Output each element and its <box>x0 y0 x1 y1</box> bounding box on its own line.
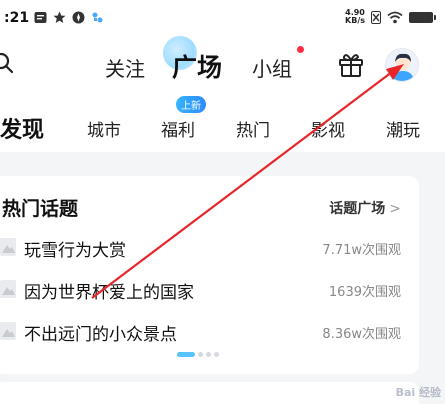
topic-image-icon <box>0 322 16 340</box>
topic-square-label: 话题广场 <box>329 201 386 217</box>
search-icon[interactable] <box>0 52 14 74</box>
message-icon <box>34 12 47 23</box>
status-time: :21 <box>4 10 30 26</box>
topic-views: 8.36w次围观 <box>322 327 401 342</box>
pager-dot <box>198 352 203 357</box>
card-title: 热门话题 <box>2 198 79 220</box>
next-feed-card <box>0 382 419 404</box>
status-notification-icons <box>34 11 104 24</box>
tab-groups[interactable]: 小组 <box>252 53 292 82</box>
tab-follow[interactable]: 关注 <box>105 53 145 82</box>
gift-icon[interactable] <box>336 49 366 79</box>
watermark: Bai 经验 <box>395 386 441 399</box>
pager-dot <box>177 352 195 357</box>
status-bar: :21 4.90 KB/s <box>0 0 445 36</box>
carousel-pager <box>177 352 219 357</box>
topic-image-icon <box>0 280 16 298</box>
battery-icon <box>409 11 436 23</box>
category-tabs: 发现 城市 上新 福利 热门 影视 潮玩 <box>0 96 445 152</box>
category-tab-discover[interactable]: 发现 <box>0 112 44 144</box>
topic-name: 不出远门的小众景点 <box>24 325 177 345</box>
hot-topics-card: 热门话题 话题广场 > 玩雪行为大赏 7.71w次围观 因为世界杯爱上的国家 16… <box>0 176 419 374</box>
sim-icon <box>371 10 381 24</box>
topic-views: 1639次围观 <box>328 285 401 300</box>
top-navigation: 关注 广场 小组 <box>0 36 445 92</box>
category-tab-welfare[interactable]: 福利 <box>161 116 195 141</box>
star-icon <box>53 11 66 23</box>
category-tab-film[interactable]: 影视 <box>311 116 345 141</box>
category-tab-hot[interactable]: 热门 <box>236 116 270 141</box>
topic-views: 7.71w次围观 <box>322 243 401 258</box>
new-badge: 上新 <box>176 96 206 113</box>
topic-name: 因为世界杯爱上的国家 <box>24 283 194 303</box>
topic-square-link[interactable]: 话题广场 > <box>329 198 401 218</box>
app-icon <box>92 12 103 23</box>
notification-dot <box>297 46 304 53</box>
network-speed: 4.90 KB/s <box>345 9 365 25</box>
pager-dot <box>214 352 219 357</box>
chevron-right-icon: > <box>389 201 401 217</box>
avatar[interactable] <box>385 48 419 82</box>
topic-name: 玩雪行为大赏 <box>24 241 126 261</box>
topic-row[interactable]: 不出远门的小众景点 8.36w次围观 <box>0 316 419 350</box>
status-system-icons: 4.90 KB/s <box>345 9 436 25</box>
network-speed-unit: KB/s <box>345 16 365 25</box>
topic-row[interactable]: 因为世界杯爱上的国家 1639次围观 <box>0 274 419 308</box>
wifi-icon <box>387 11 403 23</box>
tab-square[interactable]: 广场 <box>172 48 222 84</box>
topic-image-icon <box>0 238 16 256</box>
topic-row[interactable]: 玩雪行为大赏 7.71w次围观 <box>0 232 419 266</box>
pager-dot <box>206 352 211 357</box>
compass-icon <box>72 11 85 24</box>
category-tab-city[interactable]: 城市 <box>87 116 121 141</box>
category-tab-trendy-toys[interactable]: 潮玩 <box>386 116 420 141</box>
avatar-image <box>391 53 415 81</box>
